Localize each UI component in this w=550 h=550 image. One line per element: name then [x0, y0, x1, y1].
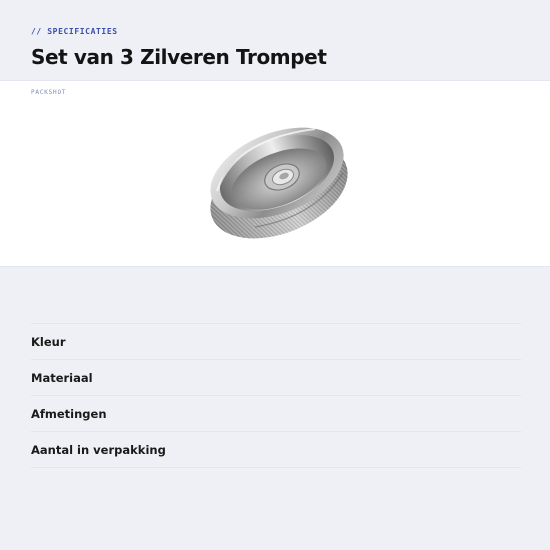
spec-row-kleur: Kleur: [31, 324, 521, 360]
spec-row-aantal: Aantal in verpakking: [31, 432, 521, 468]
packshot-panel: PACKSHOT: [0, 80, 550, 267]
section-eyebrow: // SPECIFICATIES: [31, 27, 118, 36]
spec-row-afmetingen: Afmetingen: [31, 396, 521, 432]
section-header: // SPECIFICATIES Set van 3 Zilveren Trom…: [31, 26, 550, 70]
product-image[interactable]: [195, 99, 365, 249]
packshot-label: PACKSHOT: [31, 89, 67, 96]
specs-list: Kleur Materiaal Afmetingen Aantal in ver…: [31, 323, 521, 468]
spec-row-materiaal: Materiaal: [31, 360, 521, 396]
page-title: Set van 3 Zilveren Trompet: [31, 45, 327, 69]
